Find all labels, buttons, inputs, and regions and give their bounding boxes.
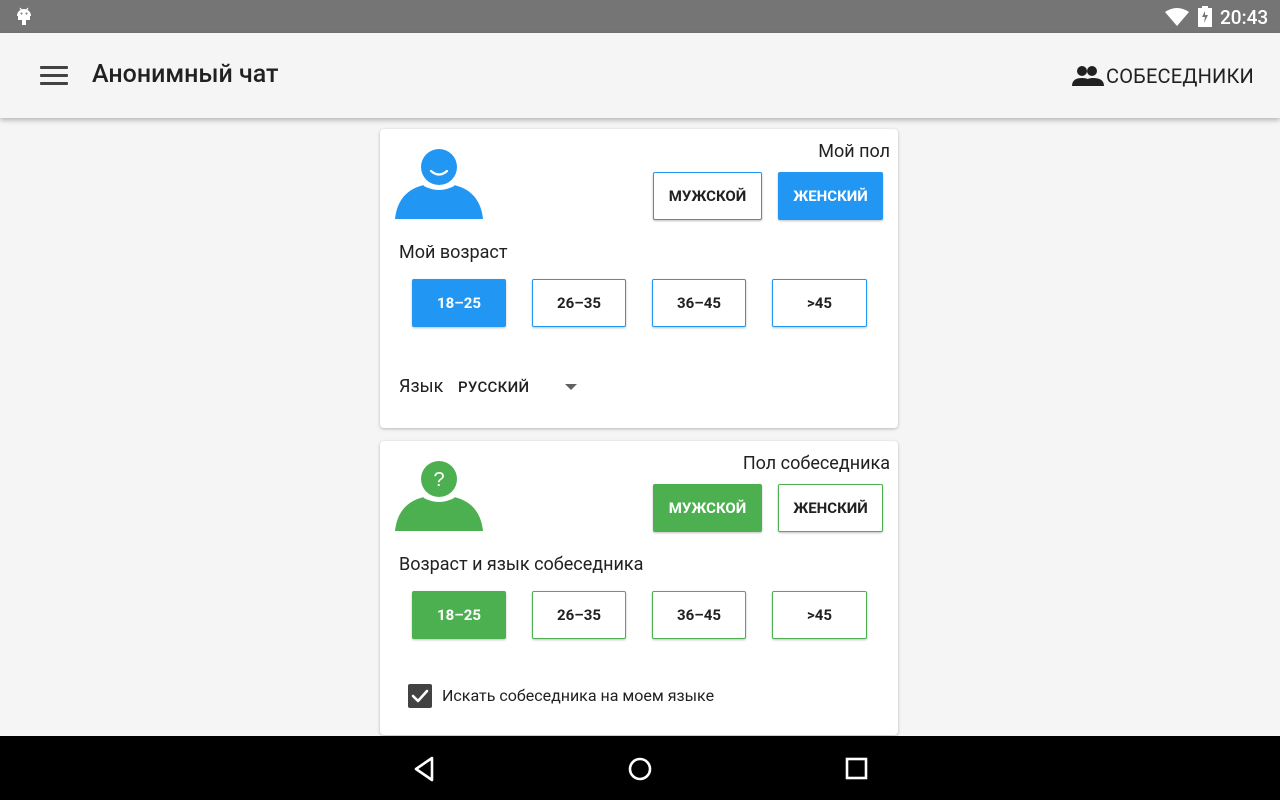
partner-age-26-35-button[interactable]: 26–35 (532, 591, 626, 639)
person-smile-icon (395, 149, 483, 219)
same-language-label[interactable]: Искать собеседника на моем языке (442, 686, 714, 705)
status-bar: 20:43 (0, 0, 1280, 33)
language-select[interactable]: РУССКИЙ (458, 373, 588, 401)
home-icon[interactable] (625, 754, 655, 784)
partner-age-label: Возраст и язык собеседника (399, 554, 644, 575)
recents-icon[interactable] (842, 754, 872, 784)
hamburger-menu-icon[interactable] (40, 66, 68, 86)
back-icon[interactable] (410, 754, 440, 784)
my-age-45plus-button[interactable]: >45 (772, 279, 867, 327)
partner-age-36-45-button[interactable]: 36–45 (652, 591, 746, 639)
my-age-36-45-button[interactable]: 36–45 (652, 279, 746, 327)
same-language-checkbox[interactable] (408, 684, 432, 708)
partner-gender-female-button[interactable]: ЖЕНСКИЙ (778, 484, 883, 532)
partners-button-label: СОБЕСЕДНИКИ (1106, 64, 1255, 88)
question-mark: ? (433, 469, 444, 491)
my-profile-card: Мой пол МУЖСКОЙ ЖЕНСКИЙ Мой возраст 18–2… (380, 129, 898, 428)
partners-button[interactable]: СОБЕСЕДНИКИ (1072, 60, 1254, 92)
partner-profile-card: ? Пол собеседника МУЖСКОЙ ЖЕНСКИЙ Возрас… (380, 441, 898, 735)
my-age-label: Мой возраст (399, 242, 508, 263)
my-gender-label: Мой пол (818, 141, 890, 162)
page-title: Анонимный чат (92, 60, 279, 89)
android-icon (17, 7, 31, 25)
my-age-18-25-button[interactable]: 18–25 (412, 279, 506, 327)
my-gender-male-button[interactable]: МУЖСКОЙ (653, 172, 762, 220)
partner-age-18-25-button[interactable]: 18–25 (412, 591, 506, 639)
system-nav-bar (0, 736, 1280, 800)
partner-gender-male-button[interactable]: МУЖСКОЙ (653, 484, 762, 532)
language-value: РУССКИЙ (458, 378, 530, 396)
partner-age-45plus-button[interactable]: >45 (772, 591, 867, 639)
battery-icon (1198, 6, 1212, 27)
partner-gender-label: Пол собеседника (742, 453, 890, 474)
wifi-icon (1165, 8, 1189, 26)
clock: 20:43 (1220, 6, 1269, 29)
person-question-icon: ? (395, 461, 483, 531)
my-age-26-35-button[interactable]: 26–35 (532, 279, 626, 327)
check-icon (411, 689, 429, 703)
dropdown-arrow-icon (565, 384, 577, 390)
language-label: Язык (399, 376, 444, 397)
people-icon (1072, 66, 1104, 86)
my-gender-female-button[interactable]: ЖЕНСКИЙ (778, 172, 883, 220)
